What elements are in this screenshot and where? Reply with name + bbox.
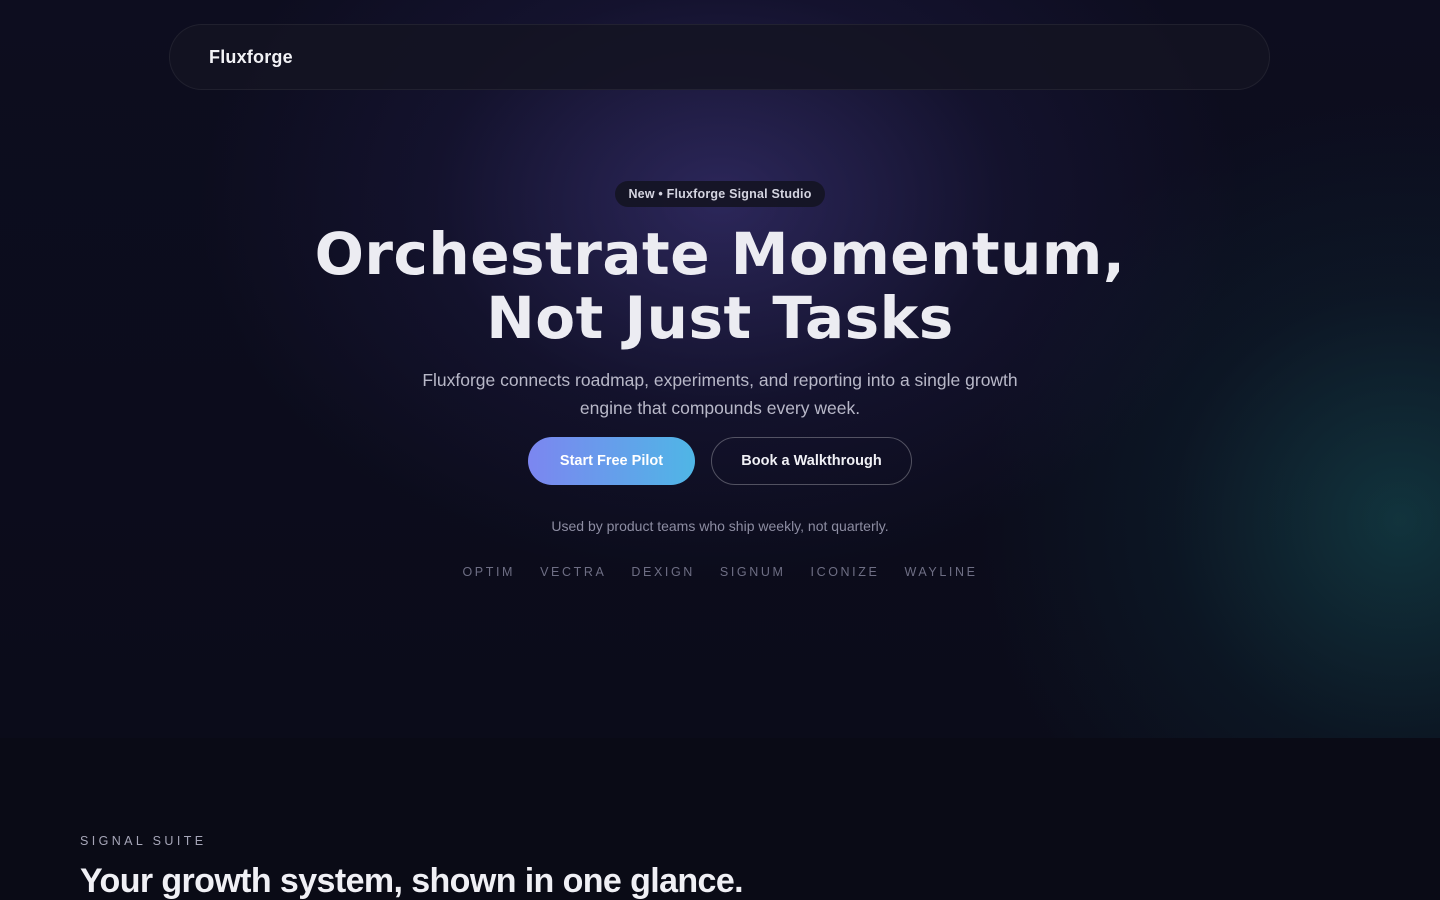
headline-line-2: Not Just Tasks [486, 284, 954, 352]
logo-wayline: WAYLINE [904, 565, 978, 579]
logo-dexign: DEXIGN [631, 565, 695, 579]
book-walkthrough-button[interactable]: Book a Walkthrough [711, 437, 912, 485]
top-nav: Fluxforge [169, 24, 1270, 90]
trust-line: Used by product teams who ship weekly, n… [551, 518, 889, 534]
hero-headline: Orchestrate Momentum, Not Just Tasks [220, 222, 1220, 350]
landing-page: Fluxforge New • Fluxforge Signal Studio … [0, 0, 1440, 900]
section-eyebrow: SIGNAL SUITE [80, 834, 207, 848]
section-title: Your growth system, shown in one glance. [80, 862, 744, 900]
logo-vectra: VECTRA [540, 565, 607, 579]
start-free-pilot-button[interactable]: Start Free Pilot [528, 437, 695, 485]
hero-subcopy: Fluxforge connects roadmap, experiments,… [422, 370, 1018, 418]
logo-optim: OPTIM [462, 565, 516, 579]
logo-signum: SIGNUM [719, 565, 786, 579]
headline-line-1: Orchestrate Momentum, [314, 220, 1126, 288]
brand-logo[interactable]: Fluxforge [209, 47, 293, 68]
customer-logos: OPTIM VECTRA DEXIGN SIGNUM ICONIZE WAYLI… [420, 565, 1020, 579]
announcement-badge[interactable]: New • Fluxforge Signal Studio [615, 181, 825, 207]
logo-iconize: ICONIZE [810, 565, 880, 579]
